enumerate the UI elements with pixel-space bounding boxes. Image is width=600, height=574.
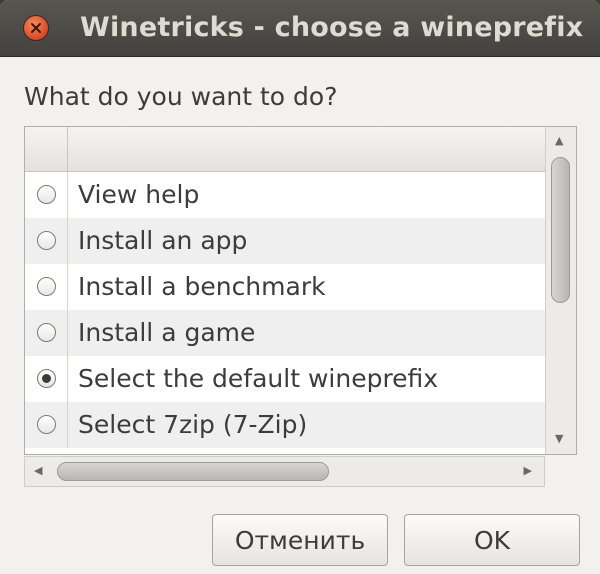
prompt-label: What do you want to do? [24,82,338,111]
list-item[interactable]: Select the default wineprefix [25,356,546,402]
option-radio-selected[interactable] [37,369,56,388]
ok-button[interactable]: OK [404,514,580,566]
title-bar[interactable]: Winetricks - choose a wineprefix [0,0,600,57]
option-radio[interactable] [37,185,56,204]
list-header-radio-column[interactable] [25,127,68,171]
option-radio[interactable] [37,323,56,342]
vertical-scroll-thumb[interactable] [551,157,570,303]
option-label: View help [78,180,200,209]
window-title: Winetricks - choose a wineprefix [80,12,584,43]
list-item[interactable]: Select 7zip (7-Zip) [25,402,546,448]
list-item[interactable]: Install an app [25,218,546,264]
scroll-left-arrow-icon[interactable]: ◀ [34,464,42,477]
scroll-up-arrow-icon[interactable]: ▲ [555,134,563,147]
vertical-scrollbar[interactable]: ▲ ▼ [545,127,576,454]
options-list: View help Install an app Install a bench… [24,126,577,455]
list-item[interactable]: Install a game [25,310,546,356]
option-label: Install a game [78,318,256,347]
option-label: Select 7zip (7-Zip) [78,410,308,439]
scroll-down-arrow-icon[interactable]: ▼ [555,432,563,445]
option-label: Install a benchmark [78,272,326,301]
option-radio[interactable] [37,415,56,434]
cancel-button[interactable]: Отменить [212,514,388,566]
scroll-right-arrow-icon[interactable]: ▶ [524,464,532,477]
close-button[interactable] [23,15,49,41]
list-item[interactable]: View help [25,172,546,218]
option-label: Install an app [78,226,248,255]
option-radio[interactable] [37,231,56,250]
list-rows: View help Install an app Install a bench… [25,172,546,448]
list-header [25,127,546,172]
close-icon [31,23,41,33]
option-radio[interactable] [37,277,56,296]
option-label: Select the default wineprefix [78,364,439,393]
horizontal-scroll-thumb[interactable] [57,462,329,481]
list-item[interactable]: Install a benchmark [25,264,546,310]
dialog-window: Winetricks - choose a wineprefix What do… [0,0,600,574]
horizontal-scrollbar[interactable]: ◀ ▶ [24,456,545,487]
